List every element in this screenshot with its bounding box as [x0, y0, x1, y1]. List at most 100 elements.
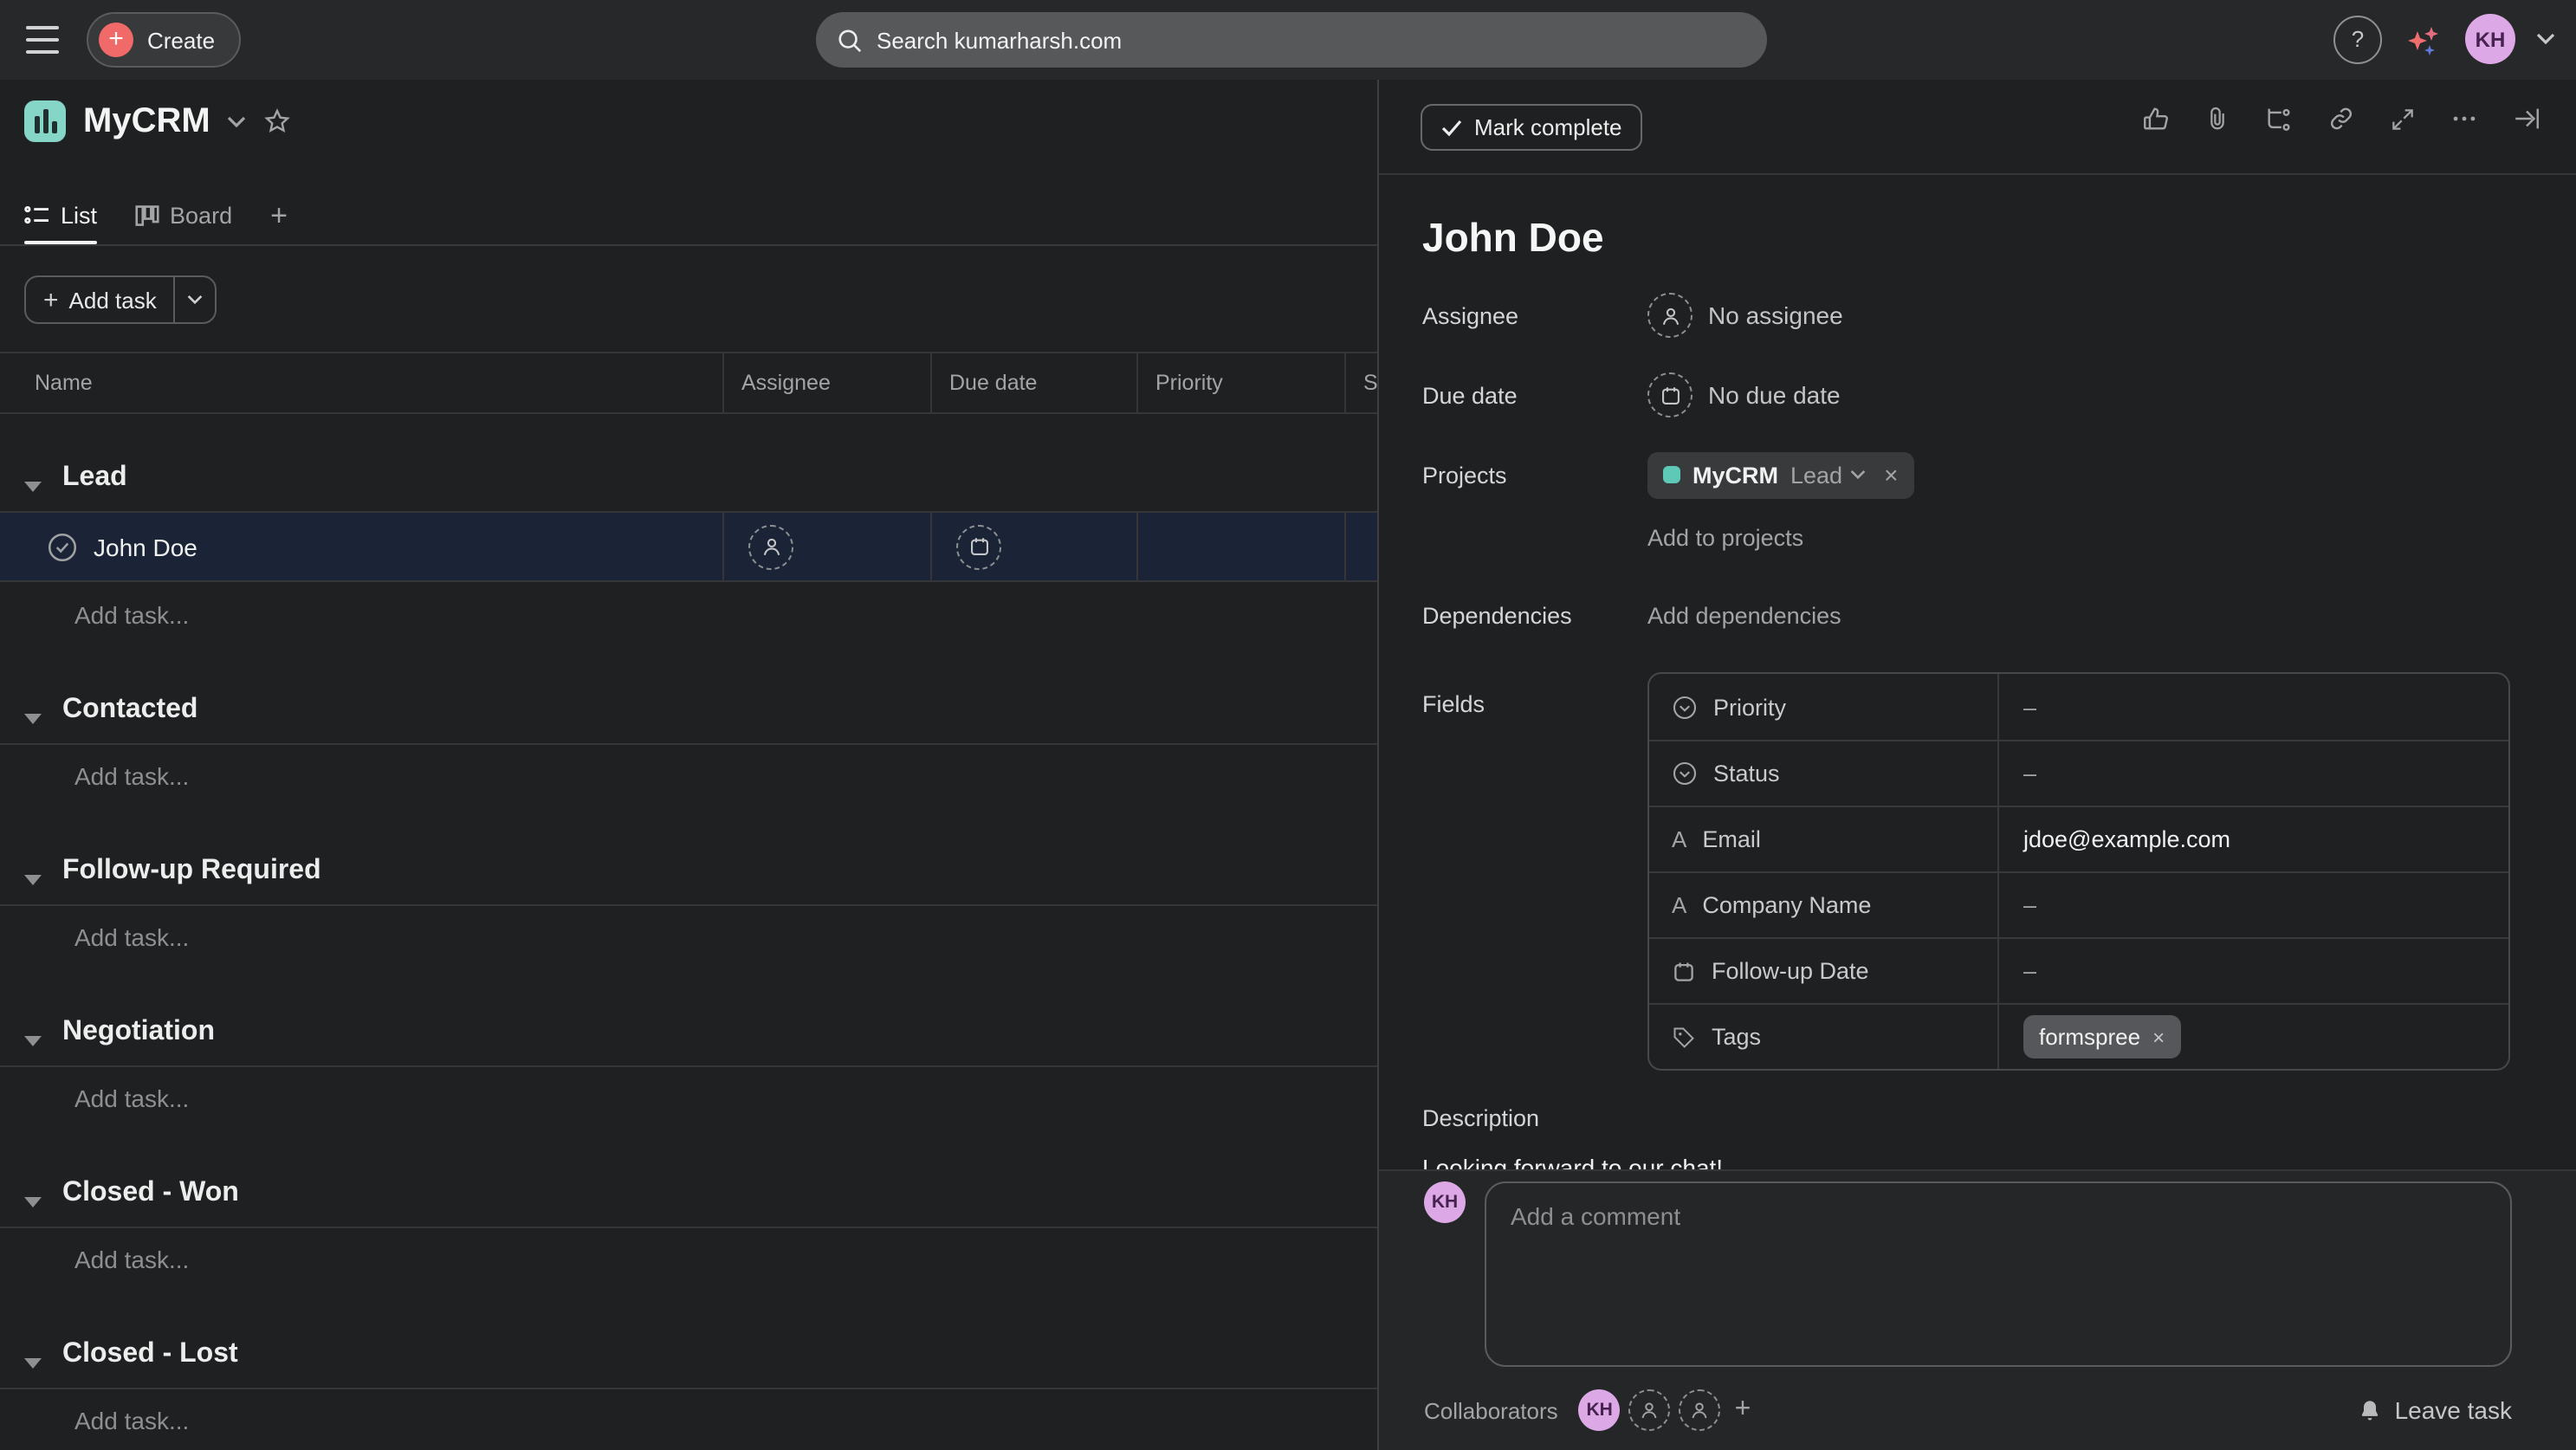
collaborator-placeholder-icon[interactable] — [1680, 1389, 1721, 1431]
section-header[interactable]: Follow-up Required — [0, 807, 1377, 904]
add-view-tab-button[interactable]: + — [270, 187, 288, 244]
field-name: Follow-up Date — [1712, 958, 1869, 984]
field-value-cell[interactable]: jdoe@example.com — [1999, 807, 2508, 871]
more-actions-icon[interactable] — [2450, 104, 2479, 133]
section-collapse-icon[interactable] — [24, 712, 42, 726]
field-row[interactable]: Status– — [1649, 740, 2508, 806]
tab-board[interactable]: Board — [135, 187, 232, 244]
project-chevron-down-icon[interactable] — [228, 115, 247, 127]
task-detail-body: John Doe Assignee No assignee Due date — [1379, 175, 2576, 1169]
section-header[interactable]: Closed - Won — [0, 1130, 1377, 1227]
date-field-icon — [1672, 959, 1696, 983]
fields-label: Fields — [1422, 672, 1647, 1071]
add-task-row[interactable]: Add task... — [0, 904, 1377, 968]
add-collaborator-button[interactable]: + — [1735, 1395, 1751, 1426]
add-task-dropdown-button[interactable] — [174, 277, 216, 322]
field-row[interactable]: ACompany Name– — [1649, 871, 2508, 937]
task-title[interactable]: John Doe — [1422, 215, 2510, 262]
section-header[interactable]: Lead — [0, 414, 1377, 511]
add-task-row[interactable]: Add task... — [0, 1388, 1377, 1450]
help-button[interactable]: ? — [2333, 15, 2382, 63]
field-value-cell[interactable]: – — [1999, 873, 2508, 937]
task-row[interactable]: John Doe — [0, 511, 1377, 582]
section: NegotiationAdd task... — [0, 968, 1377, 1130]
add-task-row[interactable]: Add task... — [0, 743, 1377, 807]
remove-tag-icon[interactable]: × — [2152, 1025, 2165, 1049]
attachment-icon[interactable] — [2204, 104, 2231, 133]
field-row[interactable]: Tags formspree× — [1649, 1003, 2508, 1069]
due-date-placeholder-icon — [956, 524, 1001, 569]
main-area: MyCRM List Board + + Add task — [0, 80, 2576, 1450]
task-sections: LeadJohn DoeAdd task...ContactedAdd task… — [0, 414, 1377, 1450]
field-row[interactable]: Priority– — [1649, 674, 2508, 740]
section-header[interactable]: Contacted — [0, 646, 1377, 743]
assignee-value[interactable]: No assignee — [1647, 293, 1843, 338]
add-task-button[interactable]: + Add task — [24, 275, 217, 324]
leave-task-button[interactable]: Leave task — [2359, 1396, 2512, 1424]
field-value-cell[interactable]: formspree× — [1999, 1005, 2508, 1069]
comment-footer: KH Add a comment Collaborators KH + Leav… — [1379, 1169, 2576, 1450]
column-header-name[interactable]: Name — [0, 353, 722, 412]
search-input[interactable]: Search kumarharsh.com — [816, 12, 1767, 68]
section-collapse-icon[interactable] — [24, 1034, 42, 1048]
task-name[interactable]: John Doe — [94, 533, 197, 560]
assignee-placeholder-icon — [748, 524, 793, 569]
add-to-projects-link[interactable]: Add to projects — [1647, 525, 1803, 551]
column-header-due-date[interactable]: Due date — [930, 353, 1136, 412]
task-priority-cell[interactable] — [1136, 513, 1344, 580]
section: Follow-up RequiredAdd task... — [0, 807, 1377, 968]
column-header-status[interactable]: Status — [1344, 353, 1377, 412]
field-value-cell[interactable]: – — [1999, 741, 2508, 806]
account-chevron-down-icon[interactable] — [2536, 33, 2555, 45]
column-header-priority[interactable]: Priority — [1136, 353, 1344, 412]
user-avatar[interactable]: KH — [2465, 14, 2515, 64]
field-row[interactable]: AEmailjdoe@example.com — [1649, 806, 2508, 871]
task-check-icon[interactable] — [47, 531, 78, 562]
mark-complete-button[interactable]: Mark complete — [1421, 104, 1643, 151]
section-collapse-icon[interactable] — [24, 480, 42, 494]
star-icon[interactable] — [264, 107, 292, 135]
create-button[interactable]: + Create — [87, 12, 241, 68]
expand-icon[interactable] — [2389, 105, 2417, 133]
field-value-cell[interactable]: – — [1999, 674, 2508, 740]
add-task-row[interactable]: Add task... — [0, 582, 1377, 646]
ai-sparkles-icon[interactable] — [2403, 18, 2444, 60]
collaborator-placeholder-icon[interactable] — [1629, 1389, 1671, 1431]
description-text[interactable]: Looking forward to our chat! — [1422, 1154, 2510, 1169]
field-label-cell: Tags — [1649, 1005, 1999, 1069]
task-status-cell[interactable] — [1344, 513, 1377, 580]
like-icon[interactable] — [2141, 104, 2171, 133]
project-title: MyCRM — [83, 101, 210, 141]
tag-chip[interactable]: formspree× — [2023, 1015, 2180, 1058]
field-name: Email — [1702, 826, 1761, 852]
field-label-cell: Status — [1649, 741, 1999, 806]
section-header[interactable]: Closed - Lost — [0, 1291, 1377, 1388]
collaborator-avatar[interactable]: KH — [1579, 1389, 1621, 1431]
project-section-select[interactable]: Lead — [1790, 462, 1865, 488]
remove-project-icon[interactable]: × — [1884, 461, 1898, 489]
search-placeholder: Search kumarharsh.com — [877, 27, 1122, 53]
section-header[interactable]: Negotiation — [0, 968, 1377, 1065]
tab-list[interactable]: List — [24, 187, 97, 244]
section-collapse-icon[interactable] — [24, 1356, 42, 1370]
section: Closed - LostAdd task... — [0, 1291, 1377, 1450]
add-task-row[interactable]: Add task... — [0, 1227, 1377, 1291]
add-dependencies-link[interactable]: Add dependencies — [1647, 602, 1841, 628]
field-value-cell[interactable]: – — [1999, 939, 2508, 1003]
subtasks-icon[interactable] — [2264, 104, 2294, 133]
due-date-value[interactable]: No due date — [1647, 372, 1841, 418]
field-row[interactable]: Follow-up Date – — [1649, 937, 2508, 1003]
due-date-row: Due date No due date — [1422, 369, 2510, 421]
collapse-panel-icon[interactable] — [2512, 104, 2541, 133]
section-collapse-icon[interactable] — [24, 1195, 42, 1209]
section-collapse-icon[interactable] — [24, 873, 42, 887]
column-header-assignee[interactable]: Assignee — [722, 353, 930, 412]
project-chip[interactable]: MyCRM Lead × — [1647, 451, 1913, 498]
hamburger-menu-icon[interactable] — [26, 26, 59, 54]
task-due-date-cell[interactable] — [930, 513, 1136, 580]
comment-input[interactable]: Add a comment — [1485, 1181, 2512, 1367]
bell-icon — [2359, 1397, 2383, 1423]
task-assignee-cell[interactable] — [722, 513, 930, 580]
add-task-row[interactable]: Add task... — [0, 1065, 1377, 1130]
copy-link-icon[interactable] — [2327, 104, 2356, 133]
